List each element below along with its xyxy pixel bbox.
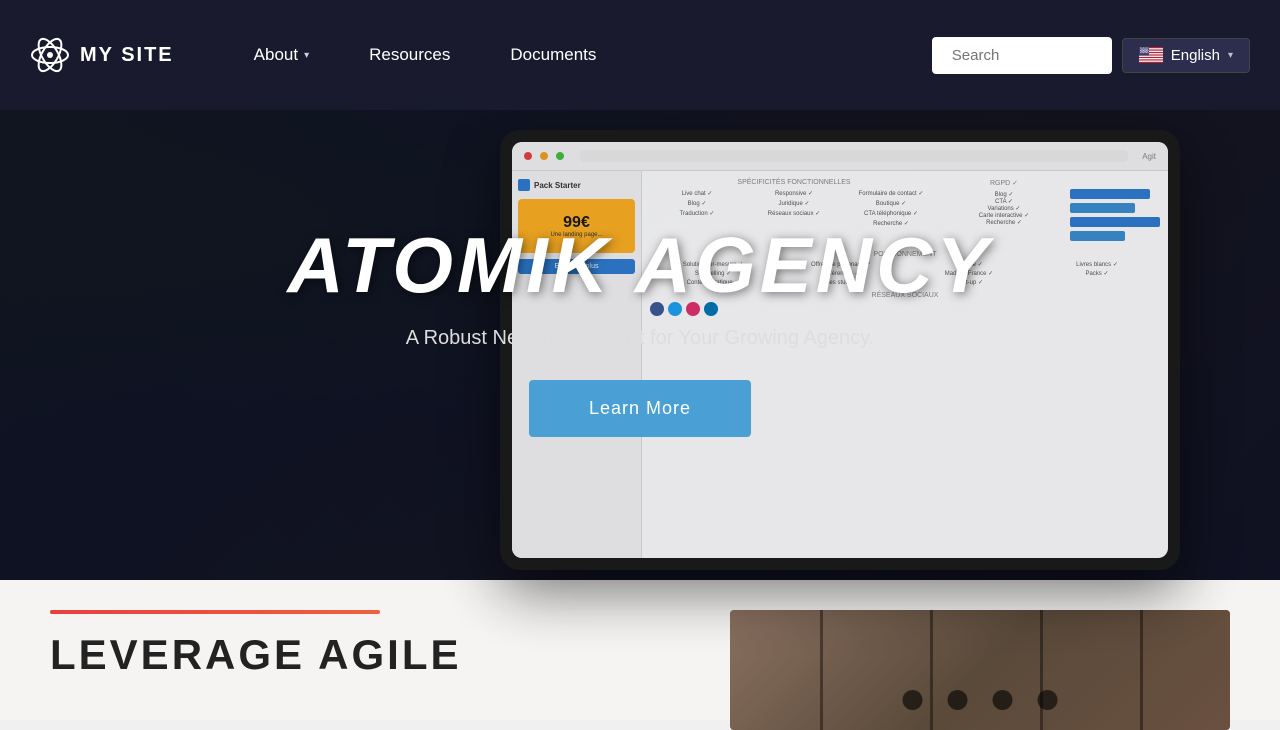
flag-icon — [1139, 47, 1163, 63]
nav-resources-label: Resources — [369, 45, 450, 65]
bottom-left: LEVERAGE AGILE — [50, 610, 690, 676]
hero-subtitle: A Robust New Theme Built for Your Growin… — [288, 327, 993, 350]
bottom-image — [730, 610, 1230, 730]
language-label: English — [1171, 47, 1220, 64]
navbar: MY SITE About ▾ Resources Documents — [0, 0, 1280, 110]
learn-more-button[interactable]: Learn More — [529, 380, 751, 437]
bottom-image-dots — [903, 690, 1058, 710]
accent-line — [50, 610, 380, 614]
nav-links: About ▾ Resources Documents — [224, 35, 932, 75]
logo-text: MY SITE — [80, 44, 174, 67]
hero-content: ATOMIK AGENCY A Robust New Theme Built f… — [288, 143, 993, 437]
nav-documents[interactable]: Documents — [480, 35, 626, 75]
bottom-title: LEVERAGE AGILE — [50, 634, 690, 676]
nav-about-label: About — [254, 45, 298, 65]
language-chevron-icon: ▾ — [1228, 50, 1233, 61]
nav-about[interactable]: About ▾ — [224, 35, 339, 75]
search-input[interactable] — [932, 37, 1112, 74]
language-selector[interactable]: English ▾ — [1122, 38, 1250, 73]
image-dot-3 — [993, 690, 1013, 710]
hero-title: ATOMIK AGENCY — [288, 223, 993, 309]
image-dot-2 — [948, 690, 968, 710]
site-logo[interactable]: MY SITE — [30, 35, 174, 75]
bottom-section: LEVERAGE AGILE — [0, 580, 1280, 720]
nav-resources[interactable]: Resources — [339, 35, 480, 75]
atom-icon — [30, 35, 70, 75]
image-dot-1 — [903, 690, 923, 710]
nav-documents-label: Documents — [510, 45, 596, 65]
nav-right: English ▾ — [932, 37, 1250, 74]
about-chevron-icon: ▾ — [304, 50, 309, 61]
